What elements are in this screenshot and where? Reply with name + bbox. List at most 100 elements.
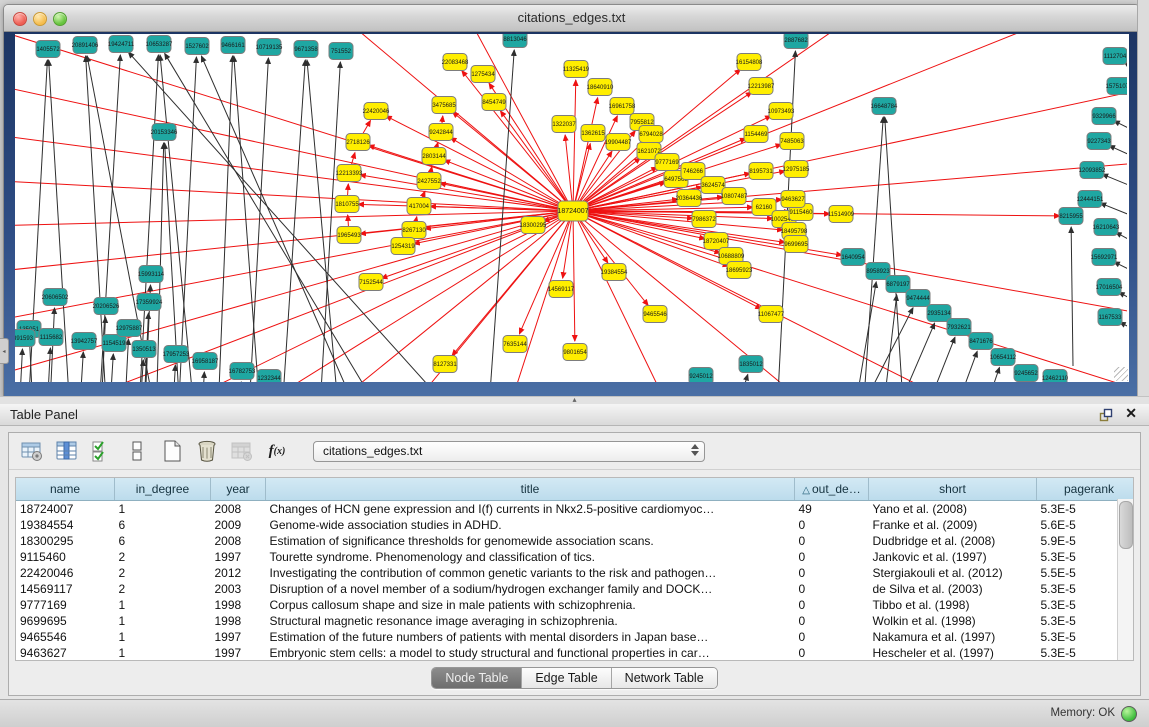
black-citation-edge[interactable]: [77, 352, 83, 382]
table-cell[interactable]: Estimation of the future numbers of pati…: [266, 629, 795, 645]
table-cell[interactable]: Estimation of significance thresholds fo…: [266, 533, 795, 549]
table-cell[interactable]: 2: [115, 581, 211, 597]
black-citation-edge[interactable]: [927, 351, 977, 382]
black-citation-edge[interactable]: [1102, 174, 1127, 200]
citation-network-graph[interactable]: 1872400711325419186409101696175879558121…: [15, 34, 1127, 382]
red-citation-edge[interactable]: [15, 34, 573, 211]
table-cell[interactable]: 1998: [211, 597, 266, 613]
table-row[interactable]: 977716911998Corpus callosum shape and si…: [16, 597, 1134, 613]
table-cell[interactable]: 2009: [211, 517, 266, 533]
table-cell[interactable]: 9115460: [16, 549, 115, 565]
red-citation-edge[interactable]: [450, 138, 573, 211]
splitter-arrow-icon[interactable]: ▴: [572, 395, 576, 404]
table-row[interactable]: 969969511998Structural magnetic resonanc…: [16, 613, 1134, 629]
black-citation-edge[interactable]: [107, 354, 113, 382]
table-cell[interactable]: Corpus callosum shape and size in male p…: [266, 597, 795, 613]
red-citation-edge[interactable]: [15, 164, 573, 211]
table-cell[interactable]: 1997: [211, 549, 266, 565]
table-cell[interactable]: 0: [795, 613, 869, 629]
black-citation-edge[interactable]: [137, 360, 143, 382]
table-cell[interactable]: 0: [795, 533, 869, 549]
black-citation-edge[interactable]: [175, 57, 196, 382]
table-cell[interactable]: Embryonic stem cells: a model to study s…: [266, 645, 795, 661]
table-cell[interactable]: 1998: [211, 613, 266, 629]
black-citation-edge[interactable]: [45, 348, 50, 382]
black-citation-edge[interactable]: [307, 60, 345, 382]
column-header-name[interactable]: name: [16, 478, 115, 501]
table-row[interactable]: 1938455462009Genome-wide association stu…: [16, 517, 1134, 533]
window-titlebar[interactable]: citations_edges.txt: [4, 5, 1139, 32]
table-cell[interactable]: 1: [115, 613, 211, 629]
close-panel-icon[interactable]: ✕: [1125, 405, 1137, 422]
black-citation-edge[interactable]: [957, 367, 999, 382]
scrollbar-thumb[interactable]: [1119, 501, 1133, 549]
memory-ok-indicator[interactable]: [1121, 706, 1137, 722]
table-settings-icon[interactable]: [19, 438, 45, 464]
table-cell[interactable]: 1: [115, 597, 211, 613]
table-cell[interactable]: Changes of HCN gene expression and I(f) …: [266, 501, 795, 518]
column-header-title[interactable]: title: [266, 478, 795, 501]
black-citation-edge[interactable]: [847, 282, 876, 382]
table-cell[interactable]: Investigating the contribution of common…: [266, 565, 795, 581]
table-cell[interactable]: 2003: [211, 581, 266, 597]
table-cell[interactable]: Dudbridge et al. (2008): [869, 533, 1037, 549]
table-cell[interactable]: 1997: [211, 645, 266, 661]
table-cell[interactable]: 1: [115, 629, 211, 645]
table-cell[interactable]: 0: [795, 517, 869, 533]
table-cell[interactable]: 6: [115, 517, 211, 533]
table-cell[interactable]: 49: [795, 501, 869, 518]
black-citation-edge[interactable]: [17, 349, 22, 382]
table-cell[interactable]: 22420046: [16, 565, 115, 581]
column-visibility-icon[interactable]: [54, 438, 80, 464]
table-row[interactable]: 1830029562008Estimation of significance …: [16, 533, 1134, 549]
new-document-icon[interactable]: [159, 438, 185, 464]
table-cell[interactable]: de Silva et al. (2003): [869, 581, 1037, 597]
table-cell[interactable]: 2008: [211, 533, 266, 549]
column-header-pagerank[interactable]: pagerank: [1037, 478, 1135, 501]
table-cell[interactable]: 6: [115, 533, 211, 549]
column-header-short[interactable]: short: [869, 478, 1037, 501]
table-cell[interactable]: 0: [795, 629, 869, 645]
table-cell[interactable]: 1: [115, 645, 211, 661]
table-cell[interactable]: Genome-wide association studies in ADHD.: [266, 517, 795, 533]
table-source-dropdown[interactable]: citations_edges.txt: [313, 441, 705, 462]
table-cell[interactable]: 1: [115, 501, 211, 518]
black-citation-edge[interactable]: [1071, 227, 1073, 366]
table-cell[interactable]: 0: [795, 597, 869, 613]
table-cell[interactable]: 2: [115, 549, 211, 565]
row-height-icon[interactable]: [124, 438, 150, 464]
table-cell[interactable]: Wolkin et al. (1998): [869, 613, 1037, 629]
float-window-icon[interactable]: [1099, 408, 1113, 422]
black-citation-edge[interactable]: [1120, 322, 1127, 346]
panel-collapse-handle[interactable]: ◂: [0, 338, 9, 364]
table-cell[interactable]: 9777169: [16, 597, 115, 613]
black-citation-edge[interactable]: [315, 62, 340, 382]
table-row[interactable]: 1456911722003Disruption of a novel membe…: [16, 581, 1134, 597]
table-cell[interactable]: 0: [795, 645, 869, 661]
table-row[interactable]: 946554611997Estimation of the future num…: [16, 629, 1134, 645]
black-citation-edge[interactable]: [1116, 232, 1127, 259]
resize-grip[interactable]: [1114, 367, 1128, 381]
table-cell[interactable]: Tourette syndrome. Phenomenology and cla…: [266, 549, 795, 565]
tab-edge-table[interactable]: Edge Table: [522, 668, 611, 688]
table-cell[interactable]: 0: [795, 549, 869, 565]
table-cell[interactable]: 18300295: [16, 533, 115, 549]
red-citation-edge[interactable]: [573, 80, 576, 211]
black-citation-edge[interactable]: [1114, 121, 1127, 146]
table-cell[interactable]: 9463627: [16, 645, 115, 661]
column-header-in_degree[interactable]: in_degree: [115, 478, 211, 501]
red-citation-edge[interactable]: [573, 211, 575, 341]
table-cell[interactable]: 2012: [211, 565, 266, 581]
red-citation-edge[interactable]: [175, 211, 573, 382]
table-cell[interactable]: Structural magnetic resonance image aver…: [266, 613, 795, 629]
black-citation-edge[interactable]: [170, 365, 175, 382]
table-cell[interactable]: Hescheler et al. (1997): [869, 645, 1037, 661]
function-builder-icon[interactable]: f(x): [264, 438, 290, 464]
table-row[interactable]: 1872400712008Changes of HCN gene express…: [16, 501, 1134, 518]
red-citation-edge[interactable]: [573, 211, 648, 305]
black-citation-edge[interactable]: [727, 375, 748, 382]
table-row[interactable]: 946362711997Embryonic stem cells: a mode…: [16, 645, 1134, 661]
table-cell[interactable]: 0: [795, 565, 869, 581]
black-citation-edge[interactable]: [1109, 146, 1127, 171]
table-cell[interactable]: Jankovic et al. (1997): [869, 549, 1037, 565]
